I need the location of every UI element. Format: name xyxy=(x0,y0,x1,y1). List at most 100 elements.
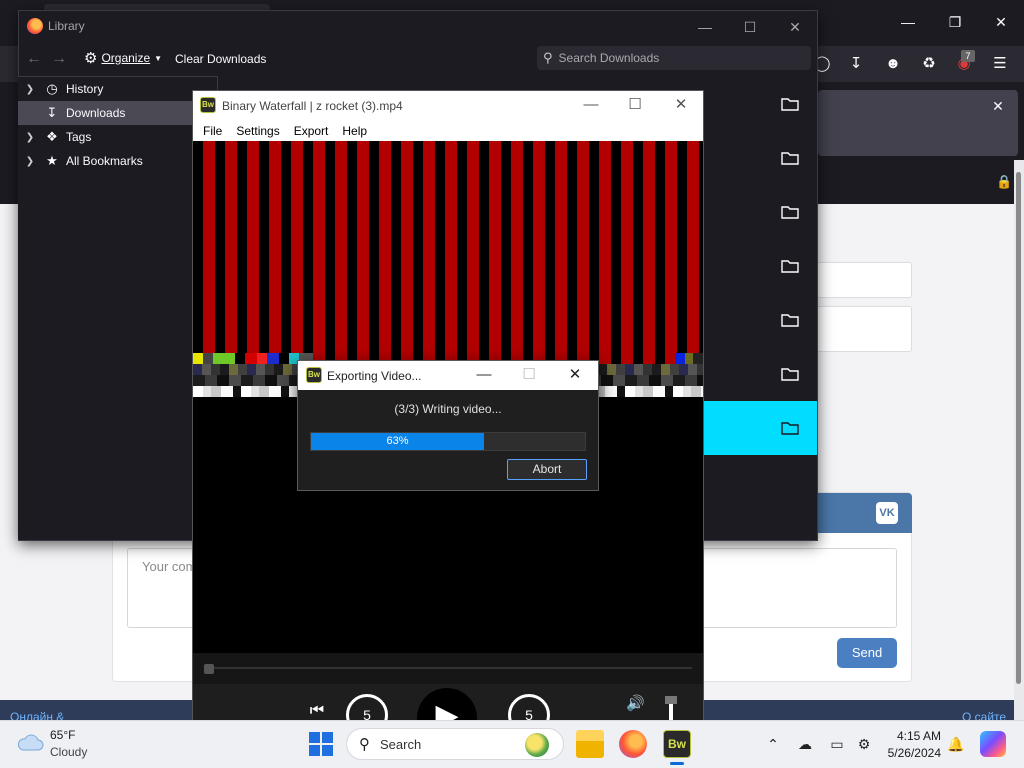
active-app-indicator xyxy=(670,762,684,765)
seek-track[interactable] xyxy=(206,667,692,669)
file-explorer-icon[interactable] xyxy=(576,730,604,758)
minimize-icon[interactable]: — xyxy=(695,17,715,37)
web-input[interactable] xyxy=(812,262,912,298)
folder-icon[interactable] xyxy=(781,151,799,165)
clock-time[interactable]: 4:15 AM xyxy=(893,729,941,743)
firefox-icon[interactable] xyxy=(619,730,647,758)
chevron-right-icon[interactable]: ❯ xyxy=(18,156,42,167)
minimize-icon[interactable]: — xyxy=(898,12,918,32)
progress-label: 63% xyxy=(386,435,409,447)
web-textarea[interactable] xyxy=(812,306,912,352)
taskbar-search-label: Search xyxy=(380,736,422,752)
menu-settings[interactable]: Settings xyxy=(236,124,279,138)
extension-badge: 7 xyxy=(961,50,975,62)
rewind-icon: 5 xyxy=(346,694,388,720)
sidebar-item-history[interactable]: ❯ ◷ History xyxy=(18,77,217,101)
onedrive-icon[interactable]: ☁ xyxy=(796,736,814,753)
back-arrow-icon[interactable]: ← xyxy=(26,50,42,68)
minimize-icon[interactable]: — xyxy=(580,95,602,115)
account-icon[interactable]: ☻ xyxy=(883,54,903,74)
menu-icon[interactable]: ☰ xyxy=(990,54,1010,74)
start-button[interactable] xyxy=(309,732,333,756)
close-icon[interactable]: ✕ xyxy=(990,98,1006,114)
folder-icon[interactable] xyxy=(781,313,799,327)
abort-button[interactable]: Abort xyxy=(507,459,587,480)
search-icon: ⚲ xyxy=(359,736,370,753)
sidebar-item-downloads[interactable]: ↧ Downloads xyxy=(18,101,217,125)
rewind-button[interactable]: 5 xyxy=(344,694,390,720)
search-input[interactable] xyxy=(558,51,799,65)
close-icon[interactable]: ✕ xyxy=(670,95,692,115)
binary-waterfall-taskbar-icon[interactable]: Bw xyxy=(663,730,691,758)
download-row-selected[interactable] xyxy=(704,401,817,455)
volume-knob[interactable] xyxy=(665,696,677,704)
search-downloads-field[interactable]: ⚲ xyxy=(537,46,811,70)
skip-back-icon[interactable]: ⏮ xyxy=(302,702,332,720)
play-button[interactable]: ▶ xyxy=(416,688,478,720)
send-button[interactable]: Send xyxy=(837,638,897,668)
forward-arrow-icon[interactable]: → xyxy=(51,50,67,68)
windows-logo-icon xyxy=(309,732,320,743)
vk-logo-icon[interactable]: VK xyxy=(876,502,898,524)
weather-condition[interactable]: Cloudy xyxy=(50,745,87,759)
export-titlebar: Bw Exporting Video... — ☐ ✕ xyxy=(298,361,598,390)
seek-bar[interactable] xyxy=(193,653,703,685)
volume-icon[interactable]: 🔊 xyxy=(626,694,645,712)
maximize-icon[interactable]: ☐ xyxy=(624,95,646,115)
taskbar-search[interactable]: ⚲ Search xyxy=(346,728,564,760)
bell-icon[interactable]: 🔔 xyxy=(947,736,965,753)
forward-seconds: 5 xyxy=(525,707,533,720)
bw-menubar: File Settings Export Help xyxy=(193,120,703,141)
copilot-icon[interactable] xyxy=(980,731,1006,757)
gear-icon: ⚙ xyxy=(84,50,98,67)
sidebar-item-label: Downloads xyxy=(66,106,126,120)
folder-icon[interactable] xyxy=(781,421,799,435)
downloads-icon[interactable]: ↧ xyxy=(846,54,866,74)
scrollbar-thumb[interactable] xyxy=(1016,172,1021,684)
weather-temperature[interactable]: 65°F xyxy=(50,728,75,742)
maximize-icon[interactable]: ☐ xyxy=(740,17,760,37)
folder-icon[interactable] xyxy=(781,259,799,273)
chevron-up-icon[interactable]: ⌃ xyxy=(764,736,782,753)
library-sidebar: ❯ ◷ History ↧ Downloads ❯ ❖ Tags ❯ ★ All… xyxy=(18,76,218,539)
export-status-text: (3/3) Writing video... xyxy=(394,402,502,416)
chevron-down-icon: ▼ xyxy=(154,53,163,63)
bw-app-icon: Bw xyxy=(306,367,322,383)
clear-downloads-button[interactable]: Clear Downloads xyxy=(175,52,266,66)
sidebar-item-label: All Bookmarks xyxy=(66,154,143,168)
display-icon[interactable]: ▭ xyxy=(828,736,846,753)
extensions-icon[interactable]: ♻ xyxy=(919,54,939,74)
chevron-right-icon[interactable]: ❯ xyxy=(18,132,42,143)
organize-button[interactable]: ⚙ Organize ▼ xyxy=(84,48,162,68)
cloud-icon[interactable] xyxy=(16,732,44,752)
sidebar-item-all-bookmarks[interactable]: ❯ ★ All Bookmarks xyxy=(18,149,217,173)
star-icon: ★ xyxy=(46,153,58,168)
seek-handle[interactable] xyxy=(204,664,214,674)
firefox-logo-icon xyxy=(27,18,43,34)
restore-icon[interactable]: ❐ xyxy=(945,12,965,32)
lock-icon: 🔒 xyxy=(996,174,1013,189)
minimize-icon[interactable]: — xyxy=(473,365,495,385)
close-icon[interactable]: ✕ xyxy=(785,17,805,37)
sidebar-item-label: History xyxy=(66,82,104,96)
folder-icon[interactable] xyxy=(781,97,799,111)
settings-icon[interactable]: ⚙ xyxy=(855,736,873,753)
sidebar-item-tags[interactable]: ❯ ❖ Tags xyxy=(18,125,217,149)
rewind-seconds: 5 xyxy=(363,707,371,720)
menu-file[interactable]: File xyxy=(203,124,222,138)
close-icon[interactable]: ✕ xyxy=(564,365,586,385)
menu-export[interactable]: Export xyxy=(294,124,329,138)
forward-button[interactable]: 5 xyxy=(506,694,552,720)
maximize-icon: ☐ xyxy=(522,366,536,383)
bw-titlebar: Bw Binary Waterfall | z rocket (3).mp4 —… xyxy=(193,91,703,120)
forward-icon: 5 xyxy=(508,694,550,720)
folder-icon[interactable] xyxy=(781,205,799,219)
chevron-right-icon[interactable]: ❯ xyxy=(18,84,42,95)
tag-icon: ❖ xyxy=(46,129,58,144)
close-icon[interactable]: ✕ xyxy=(991,12,1011,32)
search-icon: ⚲ xyxy=(543,50,553,65)
play-icon: ▶ xyxy=(417,688,477,720)
clock-date[interactable]: 5/26/2024 xyxy=(878,746,941,760)
menu-help[interactable]: Help xyxy=(342,124,367,138)
folder-icon[interactable] xyxy=(781,367,799,381)
